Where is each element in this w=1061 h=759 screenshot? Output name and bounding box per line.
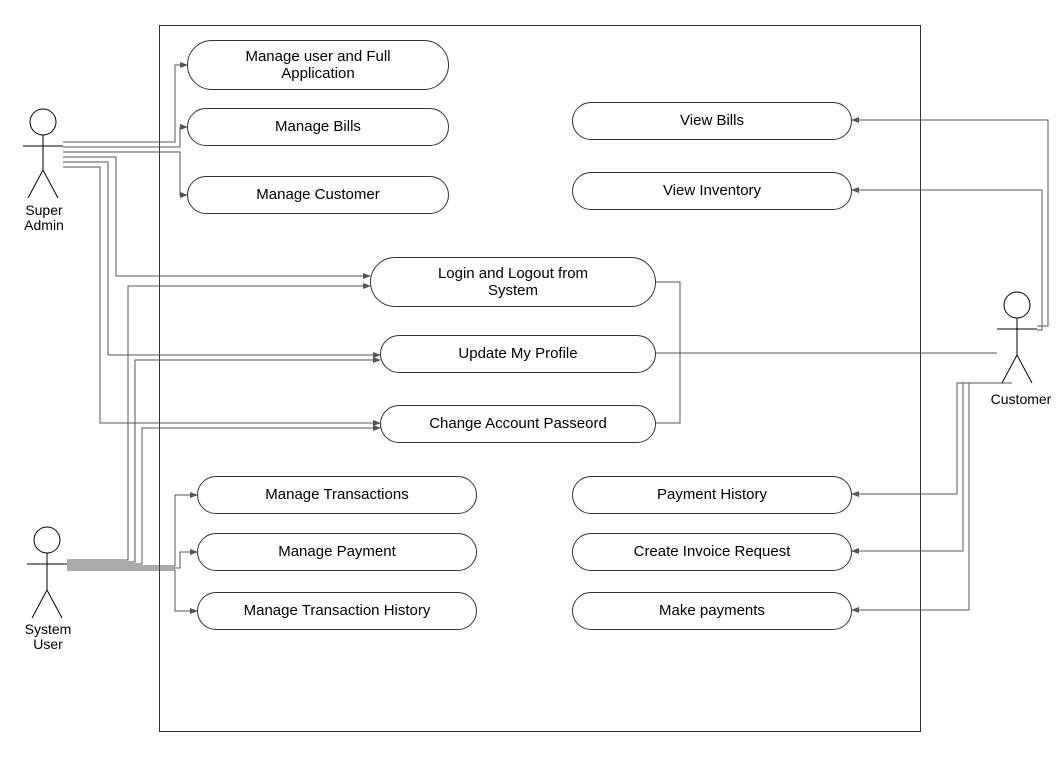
usecase-manage-app: Manage user and Full Application [187,40,449,90]
actor-super-admin-figure [23,109,63,198]
usecase-manage-payment: Manage Payment [197,533,477,571]
use-case-diagram: Super Admin System User Customer Manage … [0,0,1061,759]
actor-system-user-label: System User [22,622,74,653]
usecase-make-payments: Make payments [572,592,852,630]
usecase-manage-tx-history: Manage Transaction History [197,592,477,630]
usecase-update-profile: Update My Profile [380,335,656,373]
usecase-login-logout: Login and Logout from System [370,257,656,307]
usecase-manage-bills: Manage Bills [187,108,449,146]
actor-customer-label: Customer [988,392,1054,407]
usecase-payment-history: Payment History [572,476,852,514]
usecase-create-invoice: Create Invoice Request [572,533,852,571]
usecase-manage-customer: Manage Customer [187,176,449,214]
usecase-manage-transactions: Manage Transactions [197,476,477,514]
usecase-change-password: Change Account Passeord [380,405,656,443]
actor-customer-figure [997,292,1037,383]
actor-super-admin-label: Super Admin [20,203,68,234]
usecase-view-inventory: View Inventory [572,172,852,210]
actor-system-user-figure [27,527,67,618]
usecase-view-bills: View Bills [572,102,852,140]
